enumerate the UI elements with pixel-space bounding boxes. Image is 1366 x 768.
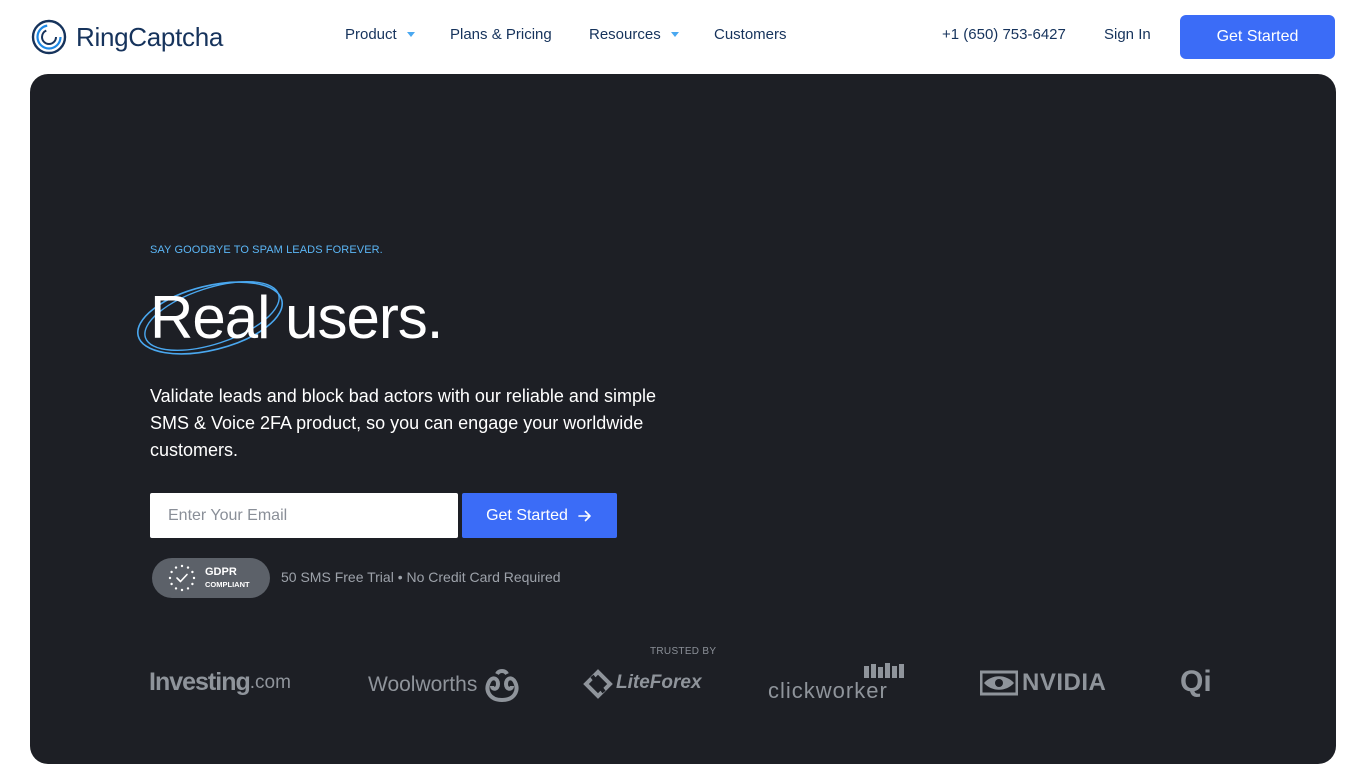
email-input[interactable] bbox=[150, 493, 458, 538]
headline-word1: Real bbox=[150, 284, 270, 351]
investing-logo-suffix: .com bbox=[249, 671, 291, 693]
clickworker-logo: clickworker bbox=[768, 663, 904, 704]
nav-customers[interactable]: Customers bbox=[714, 26, 787, 43]
header-get-started-button[interactable]: Get Started bbox=[1180, 15, 1335, 59]
headline-word2: users. bbox=[285, 284, 443, 351]
nav-plans-pricing[interactable]: Plans & Pricing bbox=[450, 26, 552, 43]
hero-eyebrow: SAY GOODBYE TO SPAM LEADS FOREVER. bbox=[150, 244, 383, 256]
investing-logo-text: Investing bbox=[149, 668, 251, 696]
main-nav: Product Plans & Pricing Resources Custom… bbox=[0, 26, 1366, 46]
hero-subtext: Validate leads and block bad actors with… bbox=[150, 386, 656, 460]
site-header: RingCaptcha Product Plans & Pricing Reso… bbox=[0, 0, 1366, 74]
trial-note: 50 SMS Free Trial • No Credit Card Requi… bbox=[281, 569, 561, 585]
trusted-by-label: TRUSTED BY bbox=[650, 646, 717, 657]
qi-logo: Qi bbox=[1180, 665, 1212, 698]
gdpr-text: GDPR COMPLIANT bbox=[205, 565, 250, 590]
gdpr-line1: GDPR bbox=[205, 565, 237, 578]
woolworths-mark-icon bbox=[485, 669, 519, 702]
nvidia-logo: NVIDIA bbox=[980, 669, 1106, 697]
arrow-right-icon bbox=[578, 510, 591, 521]
trusted-logos: Investing .com Woolworths LiteForex click… bbox=[30, 663, 1336, 704]
clickworker-crowd-icon bbox=[864, 663, 904, 678]
nav-resources[interactable]: Resources bbox=[589, 26, 679, 43]
chevron-down-icon bbox=[406, 32, 415, 37]
nav-customers-label: Customers bbox=[714, 26, 787, 43]
phone-link[interactable]: +1 (650) 753-6427 bbox=[942, 26, 1066, 43]
liteforex-mark-icon bbox=[583, 669, 613, 699]
nvidia-eye-icon bbox=[980, 670, 1018, 696]
chevron-down-icon bbox=[670, 32, 679, 37]
woolworths-logo: Woolworths bbox=[368, 668, 521, 702]
hero-section: SAY GOODBYE TO SPAM LEADS FOREVER. Real … bbox=[30, 74, 1336, 764]
woolworths-logo-text: Woolworths bbox=[368, 673, 478, 696]
nav-resources-label: Resources bbox=[589, 26, 661, 43]
gdpr-stars-check-icon bbox=[168, 564, 196, 592]
sign-in-link[interactable]: Sign In bbox=[1104, 26, 1151, 43]
gdpr-line2: COMPLIANT bbox=[205, 579, 250, 589]
liteforex-logo: LiteForex bbox=[582, 666, 702, 700]
headline-word-real: Real bbox=[136, 280, 284, 356]
nav-product[interactable]: Product bbox=[345, 26, 415, 43]
investing-logo: Investing .com bbox=[149, 668, 291, 697]
nav-product-label: Product bbox=[345, 26, 397, 43]
hero-headline: Real users. bbox=[136, 280, 443, 356]
liteforex-logo-text: LiteForex bbox=[616, 672, 702, 693]
clickworker-logo-text: clickworker bbox=[768, 678, 888, 703]
hero-cta-label: Get Started bbox=[486, 506, 568, 524]
gdpr-badge: GDPR COMPLIANT bbox=[152, 558, 270, 598]
hero-get-started-button[interactable]: Get Started bbox=[462, 493, 617, 538]
nav-plans-pricing-label: Plans & Pricing bbox=[450, 26, 552, 43]
nvidia-logo-text: NVIDIA bbox=[1022, 669, 1107, 696]
